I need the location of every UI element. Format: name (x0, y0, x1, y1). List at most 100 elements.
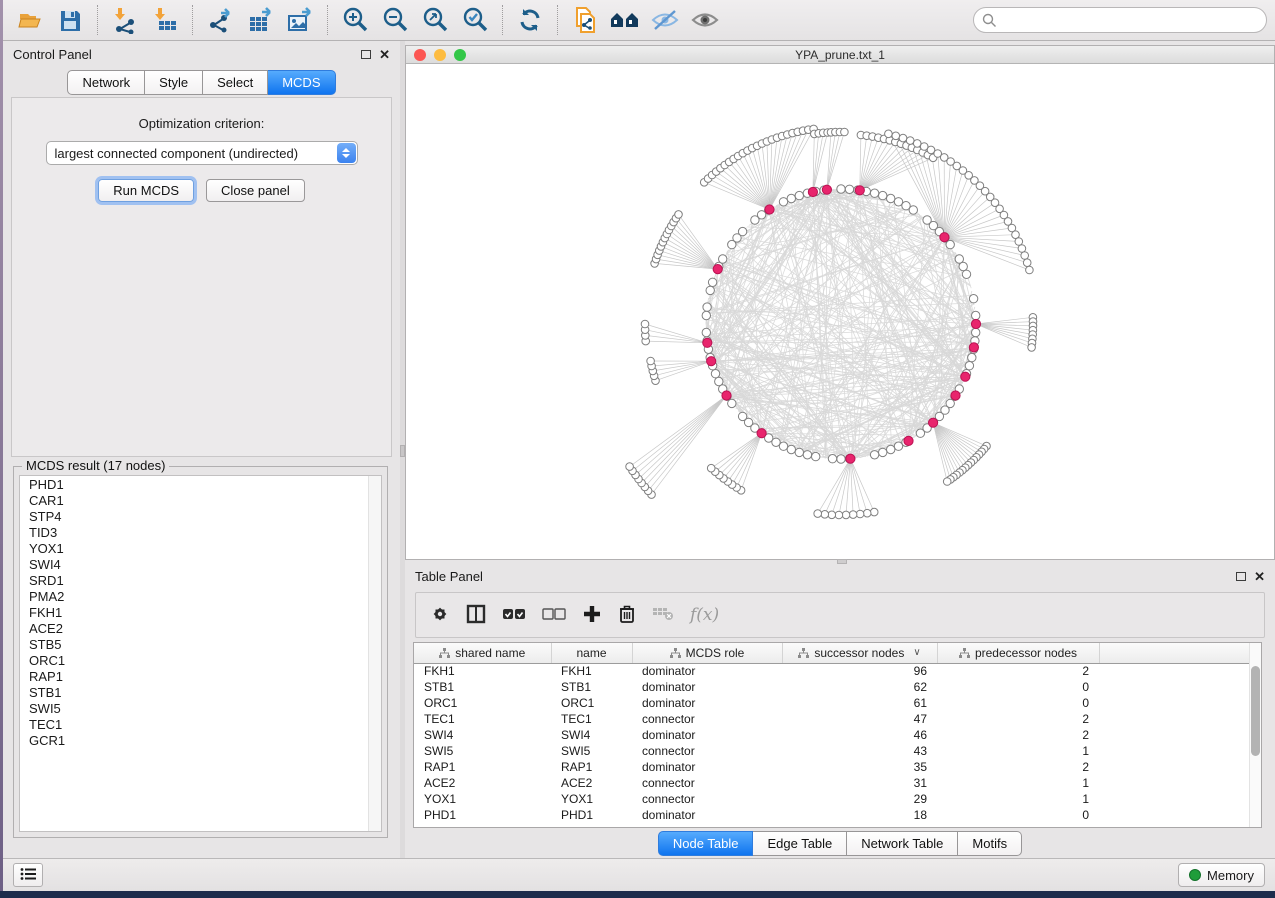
show-columns-button[interactable] (466, 604, 486, 627)
network-canvas[interactable] (406, 65, 1274, 559)
add-column-button[interactable] (582, 604, 602, 627)
tab-network-table[interactable]: Network Table (847, 831, 958, 856)
hide-selected-button[interactable] (650, 5, 680, 35)
import-network-button[interactable] (110, 5, 140, 35)
copy-network-button[interactable] (570, 5, 600, 35)
table-settings-button[interactable] (430, 604, 450, 627)
mcds-result-item[interactable]: SWI5 (20, 701, 368, 717)
function-builder-button-disabled[interactable]: f(x) (690, 605, 719, 625)
table-row[interactable]: YOX1YOX1connector291 (414, 791, 1250, 807)
zoom-fit-button[interactable] (420, 5, 450, 35)
export-table-button[interactable] (245, 5, 275, 35)
mcds-result-item[interactable]: STB1 (20, 685, 368, 701)
mcds-result-item[interactable]: CAR1 (20, 493, 368, 509)
column-header-predecessor-nodes[interactable]: predecessor nodes (937, 643, 1099, 663)
export-network-button[interactable] (205, 5, 235, 35)
mcds-result-item[interactable]: STP4 (20, 509, 368, 525)
checked-boxes-icon (502, 607, 526, 624)
show-all-button[interactable] (690, 5, 720, 35)
tab-network[interactable]: Network (67, 70, 145, 95)
memory-button[interactable]: Memory (1178, 863, 1265, 887)
mcds-result-item[interactable]: ACE2 (20, 621, 368, 637)
column-header-filler (1099, 643, 1250, 663)
tab-edge-table[interactable]: Edge Table (753, 831, 847, 856)
mcds-result-title: MCDS result (17 nodes) (22, 458, 169, 473)
table-cell: 2 (937, 711, 1099, 727)
table-row[interactable]: RAP1RAP1dominator352 (414, 759, 1250, 775)
mcds-result-item[interactable]: SWI4 (20, 557, 368, 573)
table-row[interactable]: STB1STB1dominator620 (414, 679, 1250, 695)
zoom-selected-button[interactable] (460, 5, 490, 35)
tab-style[interactable]: Style (145, 70, 203, 95)
horizontal-splitter-grip[interactable] (837, 559, 847, 564)
refresh-icon (516, 6, 544, 34)
export-image-button[interactable] (285, 5, 315, 35)
float-panel-icon[interactable] (361, 50, 371, 59)
mcds-result-item[interactable]: RAP1 (20, 669, 368, 685)
mcds-result-item[interactable]: PHD1 (20, 477, 368, 493)
mcds-result-list[interactable]: PHD1CAR1STP4TID3YOX1SWI4SRD1PMA2FKH1ACE2… (19, 475, 382, 832)
table-cell: FKH1 (551, 663, 632, 679)
zoom-out-button[interactable] (380, 5, 410, 35)
table-cell: TEC1 (414, 711, 551, 727)
delete-column-button[interactable] (618, 604, 636, 627)
mcds-result-item[interactable]: ORC1 (20, 653, 368, 669)
mcds-result-item[interactable]: YOX1 (20, 541, 368, 557)
column-header-shared-name[interactable]: shared name (414, 643, 551, 663)
run-mcds-button[interactable]: Run MCDS (98, 179, 194, 202)
tab-node-table[interactable]: Node Table (658, 831, 754, 856)
table-row[interactable]: FKH1FKH1dominator962 (414, 663, 1250, 679)
close-panel-button[interactable]: Close panel (206, 179, 305, 202)
table-cell: STB1 (551, 679, 632, 695)
mcds-result-item[interactable]: FKH1 (20, 605, 368, 621)
close-panel-icon[interactable]: ✕ (379, 48, 390, 61)
open-session-button[interactable] (15, 5, 45, 35)
apply-layout-button[interactable] (515, 5, 545, 35)
mcds-result-item[interactable]: TEC1 (20, 717, 368, 733)
close-table-panel-icon[interactable]: ✕ (1254, 570, 1265, 583)
search-input[interactable] (973, 7, 1267, 33)
table-row[interactable]: SWI5SWI5connector431 (414, 743, 1250, 759)
criterion-dropdown[interactable]: largest connected component (undirected) (46, 141, 358, 165)
network-titlebar[interactable]: YPA_prune.txt_1 (406, 46, 1274, 64)
save-session-button[interactable] (55, 5, 85, 35)
table-cell: 47 (782, 711, 937, 727)
table-scrollbar-thumb[interactable] (1251, 666, 1260, 756)
mcds-result-item[interactable]: STB5 (20, 637, 368, 653)
mcds-result-item[interactable]: TID3 (20, 525, 368, 541)
table-row[interactable]: PHD1PHD1dominator180 (414, 807, 1250, 823)
column-header-name[interactable]: name (551, 643, 632, 663)
column-header-successor-nodes[interactable]: successor nodes∨ (782, 643, 937, 663)
table-cell-filler (1099, 695, 1250, 711)
table-cell: ORC1 (551, 695, 632, 711)
mcds-result-item[interactable]: PMA2 (20, 589, 368, 605)
table-cell-filler (1099, 759, 1250, 775)
show-panels-button[interactable] (13, 863, 43, 887)
table-scrollbar[interactable] (1249, 643, 1261, 827)
first-neighbors-button[interactable] (610, 5, 640, 35)
select-all-button[interactable] (502, 607, 526, 624)
workspace: YPA_prune.txt_1 Table Panel ✕ (405, 41, 1275, 858)
float-table-panel-icon[interactable] (1236, 572, 1246, 581)
attribute-tree-icon (959, 648, 970, 658)
eye-slash-icon (650, 8, 680, 32)
list-icon (20, 867, 36, 884)
clear-table-button-disabled[interactable] (652, 606, 674, 625)
column-header-mcds-role[interactable]: MCDS role (632, 643, 782, 663)
table-row[interactable]: TEC1TEC1connector472 (414, 711, 1250, 727)
tab-motifs[interactable]: Motifs (958, 831, 1022, 856)
import-network-icon (112, 7, 139, 34)
table-cell: 29 (782, 791, 937, 807)
tab-select[interactable]: Select (203, 70, 268, 95)
import-table-button[interactable] (150, 5, 180, 35)
mcds-result-item[interactable]: SRD1 (20, 573, 368, 589)
table-row[interactable]: SWI4SWI4dominator462 (414, 727, 1250, 743)
deselect-all-button[interactable] (542, 607, 566, 624)
zoom-in-button[interactable] (340, 5, 370, 35)
table-row[interactable]: ACE2ACE2connector311 (414, 775, 1250, 791)
mcds-result-item[interactable]: GCR1 (20, 733, 368, 749)
table-row[interactable]: ORC1ORC1dominator610 (414, 695, 1250, 711)
mcds-list-scrollbar[interactable] (368, 476, 381, 831)
zoom-in-icon (341, 6, 369, 34)
tab-mcds[interactable]: MCDS (268, 70, 335, 95)
